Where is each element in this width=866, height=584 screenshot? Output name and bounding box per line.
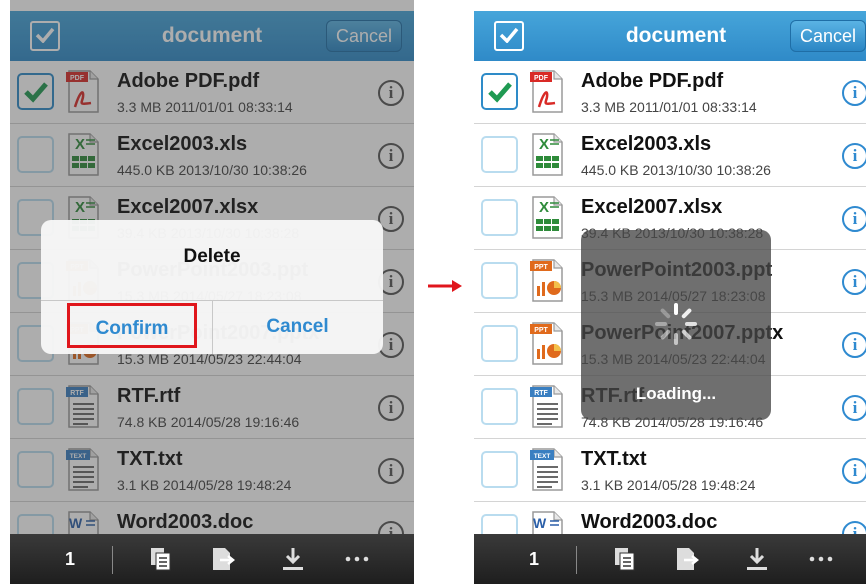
info-icon[interactable]: i [842,395,866,421]
toolbar-divider [576,546,577,574]
file-checkbox[interactable] [481,514,518,534]
svg-text:RTF: RTF [534,390,548,397]
download-icon[interactable] [280,546,306,572]
text-file-icon: TEXT [530,447,564,491]
move-icon[interactable] [210,546,236,572]
dialog-cancel-button[interactable]: Cancel [212,300,383,354]
file-checkbox[interactable] [481,325,518,362]
download-icon[interactable] [744,546,770,572]
svg-text:PPT: PPT [534,264,548,271]
powerpoint-file-icon: PPT [530,321,564,365]
file-checkbox[interactable] [481,388,518,425]
loading-label: Loading... [635,384,717,403]
nav-bar: document Cancel [474,11,866,61]
word-file-icon: W [530,510,564,534]
file-row[interactable]: W Word2003.doc i [474,502,866,534]
svg-text:X: X [539,199,549,216]
file-checkbox[interactable] [481,199,518,236]
svg-text:W: W [533,515,547,531]
more-icon[interactable] [808,546,834,572]
loading-indicator: Loading... [581,230,771,420]
info-icon[interactable]: i [842,206,866,232]
excel-file-icon: X [530,195,564,239]
svg-text:X: X [539,136,549,153]
file-name: Adobe PDF.pdf [581,70,724,92]
file-name: TXT.txt [581,448,647,470]
bottom-toolbar: 1 [474,534,866,584]
file-meta: 3.3 MB 2011/01/01 08:33:14 [581,99,757,115]
svg-text:PPT: PPT [534,327,548,334]
info-icon[interactable]: i [842,521,866,534]
file-name: Excel2003.xls [581,133,712,155]
transition-arrow-icon [428,280,462,292]
screen-before: document Cancel PDF Adobe PDF.pdf 3.3 MB 2… [10,0,414,584]
file-row[interactable]: X Excel2003.xls 445.0 KB 2013/10/30 10:38:… [474,124,866,187]
confirm-button[interactable]: Confirm [67,303,197,348]
file-row[interactable]: TEXT TXT.txt 3.1 KB 2014/05/28 19:48:24 i [474,439,866,502]
bottom-toolbar: 1 [10,534,414,584]
info-icon[interactable]: i [842,269,866,295]
svg-text:PDF: PDF [534,75,549,82]
delete-dialog: Delete Confirm Cancel [41,220,383,354]
toolbar-divider [112,546,113,574]
selected-count: 1 [64,549,75,569]
more-icon[interactable] [344,546,370,572]
dialog-title: Delete [183,246,241,267]
file-checkbox[interactable] [481,136,518,173]
info-icon[interactable]: i [842,332,866,358]
excel-file-icon: X [530,132,564,176]
spinner-icon [655,303,697,345]
file-name: Excel2007.xlsx [581,196,723,218]
info-icon[interactable]: i [842,458,866,484]
file-name: Word2003.doc [581,511,718,533]
cancel-button[interactable]: Cancel [790,20,866,52]
file-checkbox[interactable] [481,73,518,110]
file-checkbox[interactable] [481,451,518,488]
move-icon[interactable] [674,546,700,572]
file-checkbox[interactable] [481,262,518,299]
checkmark-icon [488,82,512,103]
info-icon[interactable]: i [842,143,866,169]
powerpoint-file-icon: PPT [530,258,564,302]
pdf-file-icon: PDF [530,69,564,113]
file-meta: 445.0 KB 2013/10/30 10:38:26 [581,162,771,178]
file-row[interactable]: PDF Adobe PDF.pdf 3.3 MB 2011/01/01 08:33:… [474,61,866,124]
copy-icon[interactable] [612,546,638,572]
screen-after: document Cancel PDF Adobe PDF.pdf 3.3 MB 2… [474,0,866,584]
rtf-file-icon: RTF [530,384,564,428]
file-meta: 3.1 KB 2014/05/28 19:48:24 [581,477,756,493]
selected-count: 1 [528,549,539,569]
svg-text:TEXT: TEXT [534,453,551,460]
copy-icon[interactable] [148,546,174,572]
info-icon[interactable]: i [842,80,866,106]
